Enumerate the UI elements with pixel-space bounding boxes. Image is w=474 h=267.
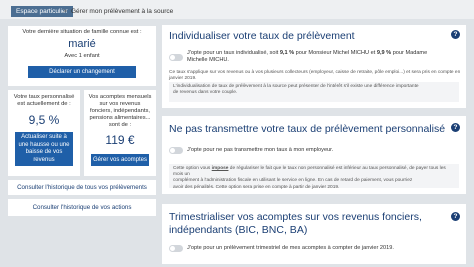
quarterly-title-line1: Trimestrialiser vos acomptes sur vos rev…: [169, 211, 422, 223]
manage-installments-button[interactable]: Gérer vos acomptes: [91, 154, 149, 166]
individualize-title: Individualiser votre taux de prélèvement: [169, 30, 355, 42]
update-rate-label-3: baisse de vos: [25, 149, 63, 155]
quarterly-toggle[interactable]: [169, 245, 183, 252]
no-transmit-note-prefix: Cette option vous: [173, 166, 212, 171]
installments-caption-5: sont de :: [108, 122, 132, 128]
declare-change-button[interactable]: Déclarer un changement: [28, 66, 136, 78]
individualize-rate-1: 9,1 %: [279, 50, 295, 56]
no-transmit-option: J'opte pour ne pas transmettre mon taux …: [187, 147, 334, 153]
individualize-panel: Individualiser votre taux de prélèvement…: [162, 25, 466, 108]
individualize-toggle[interactable]: [169, 54, 183, 61]
individualize-option: J'opte pour un taux individualisé, soit …: [187, 50, 427, 64]
no-transmit-note-bold: impose: [211, 166, 229, 171]
individualize-option-mid2: pour Madame: [391, 50, 428, 56]
quarterly-title: Trimestrialiser vos acomptes sur vos rev…: [169, 211, 422, 237]
history-payments-link[interactable]: Consulter l'historique de tous vos prélè…: [8, 184, 156, 191]
rate-caption-2: est actuellement de :: [17, 101, 71, 107]
family-situation-card: Votre dernière situation de famille conn…: [8, 26, 156, 86]
no-transmit-toggle[interactable]: [169, 147, 183, 154]
no-transmit-note: Cette option vous impose de régulariser …: [169, 164, 459, 190]
installments-value: 119 €: [105, 133, 135, 147]
no-transmit-title: Ne pas transmettre votre taux de prélève…: [169, 123, 446, 135]
breadcrumb-current: Gérer mon prélèvement à la source: [71, 8, 174, 15]
quarterly-option: J'opte pour un prélèvement trimestriel d…: [187, 245, 394, 251]
no-transmit-note-line3: avoir des pénalités. Cette option sera p…: [173, 184, 340, 190]
history-payments-card: Consulter l'historique de tous vos prélè…: [8, 180, 156, 195]
no-transmit-panel: Ne pas transmettre votre taux de prélève…: [162, 116, 466, 194]
breadcrumb: Espace particulier > Gérer mon prélèveme…: [0, 0, 474, 19]
update-rate-label-2: une hausse ou une: [18, 141, 70, 148]
rate-card: Votre taux personnalisé est actuellement…: [8, 90, 80, 176]
help-icon[interactable]: ?: [451, 123, 460, 132]
individualize-info: Ce taux s'applique sur vos revenus ou à …: [169, 70, 461, 83]
individualize-option-mid1: pour Monsieur Michel MICHU et: [294, 50, 377, 56]
family-status: marié: [68, 38, 96, 50]
update-rate-label-4: revenus: [33, 156, 55, 163]
individualize-note: L'individualisation de taux de prélèveme…: [169, 82, 459, 102]
breadcrumb-separator: >: [63, 8, 67, 15]
family-children: Avec 1 enfant: [64, 53, 100, 59]
update-rate-label-1: Actualiser suite à: [21, 134, 67, 140]
individualize-rate-2: 9,9 %: [376, 50, 392, 56]
rate-value: 9,5 %: [28, 113, 60, 127]
individualize-option-line2: Michelle MICHU.: [187, 57, 229, 63]
history-actions-link[interactable]: Consulter l'historique de vos actions: [8, 204, 156, 211]
update-rate-button[interactable]: Actualiser suite à une hausse ou une bai…: [15, 132, 73, 166]
family-caption: Votre dernière situation de famille conn…: [22, 29, 142, 35]
quarterly-panel: Trimestrialiser vos acomptes sur vos rev…: [162, 204, 466, 264]
quarterly-title-line2: indépendants (BIC, BNC, BA): [169, 224, 308, 236]
installments-card: Vos acomptes mensuels sur vos revenus fo…: [84, 90, 156, 176]
help-icon[interactable]: ?: [451, 30, 460, 39]
individualize-option-prefix: J'opte pour un taux individualisé, soit: [187, 50, 280, 56]
history-actions-card: Consulter l'historique de vos actions: [8, 199, 156, 216]
help-icon[interactable]: ?: [451, 212, 460, 221]
individualize-note-line3: de revenus dans votre couple.: [173, 90, 238, 96]
